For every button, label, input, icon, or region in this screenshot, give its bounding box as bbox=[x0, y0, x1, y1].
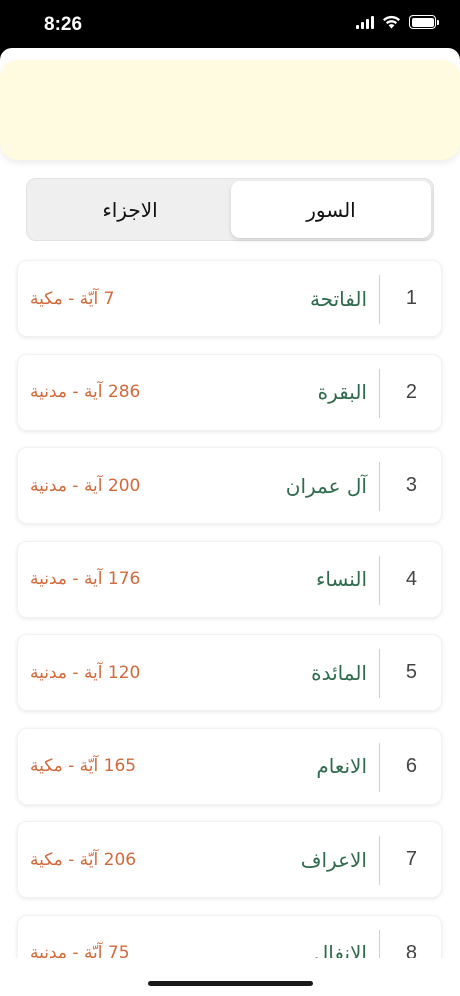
surah-verse-count-and-type: 120 آية - مدنية bbox=[30, 662, 141, 683]
segment-juz[interactable]: الاجزاء bbox=[29, 181, 231, 238]
surah-name: آل عمران bbox=[285, 473, 367, 498]
surah-divider bbox=[379, 555, 380, 605]
battery-icon bbox=[409, 15, 439, 29]
surah-verse-count-and-type: 75 آيّة - مدنية bbox=[30, 943, 130, 958]
wifi-icon bbox=[383, 15, 400, 29]
surah-row[interactable]: 2 البقرة 286 آية - مدنية bbox=[17, 353, 442, 431]
surah-name: المائدة bbox=[311, 660, 367, 685]
surah-number: 6 bbox=[405, 754, 417, 777]
surah-number: 8 bbox=[405, 941, 417, 959]
surah-name: البقرة bbox=[317, 380, 367, 404]
surah-number: 2 bbox=[405, 380, 417, 403]
surah-row[interactable]: 7 الاعراف 206 آيّة - مكية bbox=[17, 821, 442, 898]
tab-bar bbox=[0, 60, 460, 160]
surah-number: 1 bbox=[405, 287, 417, 309]
surah-name: الفاتحة bbox=[309, 286, 367, 311]
surah-list: 1 الفاتحة 7 آيّة - مكية 2 البقرة 286 آية - مد… bbox=[0, 258, 460, 958]
surah-number: 3 bbox=[405, 474, 417, 496]
surah-divider bbox=[379, 742, 380, 792]
surah-verse-count-and-type: 176 آية - مدنية bbox=[30, 569, 141, 589]
surah-verse-count-and-type: 200 آية - مدنية bbox=[30, 475, 141, 496]
surah-number: 7 bbox=[405, 848, 417, 870]
status-time: 8:26 bbox=[44, 14, 83, 35]
surah-number: 4 bbox=[405, 567, 417, 590]
segment-surahs[interactable]: السور bbox=[231, 181, 431, 238]
surah-divider bbox=[379, 649, 380, 698]
cellular-signal-icon bbox=[356, 15, 374, 29]
surah-verse-count-and-type: 286 آية - مدنية bbox=[30, 382, 141, 402]
surah-name: الانعام bbox=[316, 754, 367, 778]
surah-juz-segmented-control: الاجزاء السور bbox=[26, 178, 434, 241]
surah-row[interactable]: 4 النساء 176 آية - مدنية bbox=[17, 540, 442, 618]
surah-row[interactable]: 1 الفاتحة 7 آيّة - مكية bbox=[17, 260, 442, 337]
surah-row[interactable]: 5 المائدة 120 آية - مدنية bbox=[17, 634, 442, 711]
surah-verse-count-and-type: 206 آيّة - مكية bbox=[30, 849, 137, 870]
home-indicator bbox=[148, 981, 313, 986]
surah-name: الاعراف bbox=[300, 847, 367, 872]
status-icons bbox=[356, 15, 439, 29]
surah-verse-count-and-type: 165 آيّة - مكية bbox=[30, 756, 137, 776]
surah-row[interactable]: 8 الانفال 75 آيّة - مدنية bbox=[17, 914, 442, 959]
surah-divider bbox=[379, 929, 380, 958]
surah-divider bbox=[379, 275, 380, 324]
surah-divider bbox=[379, 462, 380, 511]
surah-verse-count-and-type: 7 آيّة - مكية bbox=[30, 288, 115, 309]
surah-row[interactable]: 6 الانعام 165 آيّة - مكية bbox=[17, 727, 442, 805]
surah-row[interactable]: 3 آل عمران 200 آية - مدنية bbox=[17, 447, 442, 524]
surah-name: الانفال bbox=[313, 941, 367, 958]
surah-divider bbox=[379, 836, 380, 885]
surah-name: النساء bbox=[315, 567, 367, 591]
surah-number: 5 bbox=[405, 661, 417, 683]
status-bar: 8:26 bbox=[0, 0, 460, 50]
surah-divider bbox=[379, 368, 380, 418]
